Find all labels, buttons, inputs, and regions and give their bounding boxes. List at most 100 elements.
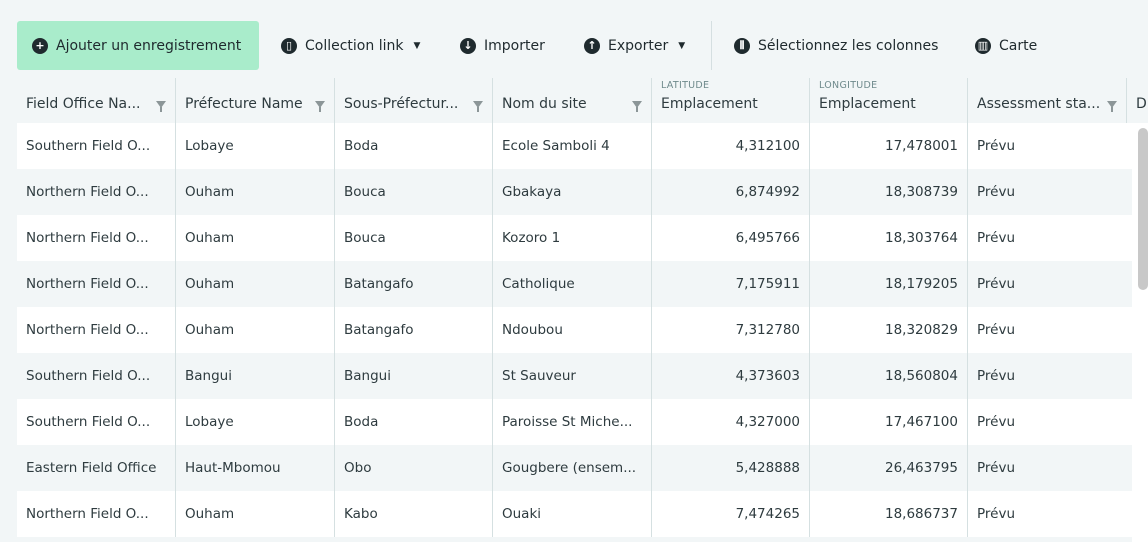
table-cell[interactable]: Bouca [334,169,492,215]
export-button[interactable]: ↑ Exporter ▼ [584,21,685,70]
table-cell[interactable]: 7,175911 [651,261,809,307]
table-row[interactable]: Southern Field O... Bangui Bangui St Sauveu… [17,353,1132,399]
export-icon: ↑ [584,37,600,54]
table-cell[interactable]: Paroisse St Miche... [492,399,651,445]
table-cell[interactable]: Prévu [967,123,1126,169]
table-cell[interactable]: Prévu [967,215,1126,261]
table-cell[interactable]: Northern Field O... [17,307,175,353]
table-cell[interactable]: Ouham [175,261,334,307]
table-cell[interactable]: Eastern Field Office [17,445,175,491]
filter-icon[interactable] [156,101,166,112]
table-cell[interactable]: Boda [334,123,492,169]
table-cell[interactable]: Lobaye [175,399,334,445]
table-cell[interactable]: Prévu [967,491,1126,537]
table-cell[interactable]: 4,373603 [651,353,809,399]
table-cell[interactable]: Ouham [175,307,334,353]
table-cell[interactable]: Catholique [492,261,651,307]
table-cell[interactable]: Northern Field O... [17,261,175,307]
table-cell[interactable]: Bangui [334,353,492,399]
column-header-label: Sous-Préfectur... [344,96,459,112]
table-cell[interactable]: Prévu [967,445,1126,491]
table-cell[interactable]: Batangafo [334,307,492,353]
select-columns-button[interactable]: ⦀ Sélectionnez les colonnes [734,21,938,70]
column-header[interactable]: Sous-Préfectur... [334,78,492,123]
collection-link-button[interactable]: ▯ Collection link ▼ [281,21,420,70]
table-cell[interactable]: Kozoro 1 [492,215,651,261]
import-button[interactable]: ↓ Importer [460,21,545,70]
filter-icon[interactable] [632,101,642,112]
column-header[interactable]: Nom du site [492,78,651,123]
table-cell[interactable]: 6,495766 [651,215,809,261]
add-record-button[interactable]: + Ajouter un enregistrement [17,21,259,70]
column-header[interactable]: D [1126,78,1148,123]
table-cell[interactable]: Boda [334,399,492,445]
table-cell[interactable]: Haut-Mbomou [175,445,334,491]
table-cell[interactable]: 17,467100 [809,399,967,445]
table-cell[interactable]: Northern Field O... [17,491,175,537]
table-cell[interactable]: 18,320829 [809,307,967,353]
column-header[interactable]: LONGITUDE Emplacement [809,78,967,123]
vertical-scrollbar[interactable] [1138,128,1148,290]
column-header[interactable]: LATITUDE Emplacement [651,78,809,123]
table-cell[interactable]: Ecole Samboli 4 [492,123,651,169]
table-row[interactable]: Northern Field O... Ouham Batangafo Catholi… [17,261,1132,307]
column-header[interactable]: Assessment sta... [967,78,1126,123]
table-cell[interactable]: 18,179205 [809,261,967,307]
table-cell[interactable]: 18,560804 [809,353,967,399]
link-icon: ▯ [281,37,297,54]
table-cell[interactable]: Ouaki [492,491,651,537]
table-cell[interactable]: Lobaye [175,123,334,169]
table-cell[interactable]: 5,428888 [651,445,809,491]
filter-icon[interactable] [315,101,325,112]
table-cell[interactable]: 18,303764 [809,215,967,261]
table-cell[interactable]: Northern Field O... [17,169,175,215]
table-cell[interactable]: St Sauveur [492,353,651,399]
table-cell[interactable]: Gougbere (ensem... [492,445,651,491]
map-button[interactable]: ▥ Carte [975,21,1037,70]
table-cell[interactable]: 26,463795 [809,445,967,491]
table-cell[interactable]: Ndoubou [492,307,651,353]
table-cell[interactable]: 7,474265 [651,491,809,537]
table-cell[interactable]: Prévu [967,399,1126,445]
table-cell[interactable]: 18,686737 [809,491,967,537]
table-row[interactable]: Eastern Field Office Haut-Mbomou Obo Gougbe… [17,445,1132,491]
table-cell[interactable]: Ouham [175,215,334,261]
table-cell[interactable]: Batangafo [334,261,492,307]
table-cell[interactable]: 17,478001 [809,123,967,169]
table-row[interactable]: Northern Field O... Ouham Batangafo Ndoubou… [17,307,1132,353]
table-cell[interactable]: Southern Field O... [17,353,175,399]
table-cell[interactable]: Prévu [967,353,1126,399]
table-cell[interactable]: 7,312780 [651,307,809,353]
column-subheader: LONGITUDE [819,80,878,91]
table-cell[interactable]: Prévu [967,307,1126,353]
table-cell[interactable]: Northern Field O... [17,215,175,261]
filter-icon[interactable] [1107,101,1117,112]
column-subheader: LATITUDE [661,80,710,91]
table-cell[interactable]: Bouca [334,215,492,261]
table-row[interactable]: Northern Field O... Ouham Kabo Ouaki 7,47426… [17,491,1132,537]
table-cell[interactable]: Prévu [967,169,1126,215]
table-cell[interactable]: Kabo [334,491,492,537]
table-cell[interactable]: Ouham [175,491,334,537]
table-cell[interactable]: Obo [334,445,492,491]
column-header[interactable]: Field Office Na... [17,78,175,123]
table-cell[interactable]: 4,327000 [651,399,809,445]
table-cell[interactable]: Gbakaya [492,169,651,215]
caret-down-icon: ▼ [678,40,686,51]
table-cell[interactable]: 18,308739 [809,169,967,215]
table-row[interactable]: Northern Field O... Ouham Bouca Gbakaya 6,87… [17,169,1132,215]
column-header[interactable]: Préfecture Name [175,78,334,123]
toolbar: + Ajouter un enregistrement ▯ Collection l… [0,0,1148,78]
caret-down-icon: ▼ [413,40,421,51]
table-cell[interactable]: Southern Field O... [17,123,175,169]
table-row[interactable]: Southern Field O... Lobaye Boda Paroisse St… [17,399,1132,445]
table-cell[interactable]: Prévu [967,261,1126,307]
filter-icon[interactable] [473,101,483,112]
table-cell[interactable]: Ouham [175,169,334,215]
table-cell[interactable]: Southern Field O... [17,399,175,445]
table-cell[interactable]: Bangui [175,353,334,399]
table-cell[interactable]: 6,874992 [651,169,809,215]
table-cell[interactable]: 4,312100 [651,123,809,169]
table-row[interactable]: Southern Field O... Lobaye Boda Ecole Sambo… [17,123,1132,169]
table-row[interactable]: Northern Field O... Ouham Bouca Kozoro 1 6,4… [17,215,1132,261]
